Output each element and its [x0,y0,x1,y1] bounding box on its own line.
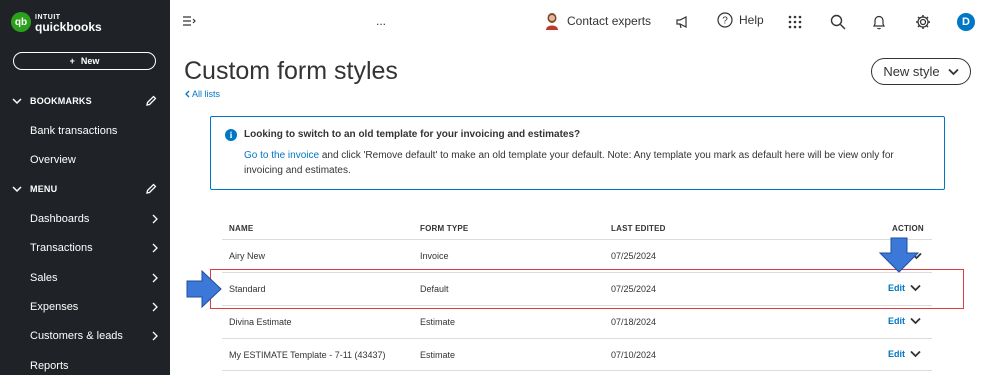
page-title: Custom form styles [184,57,398,85]
row-name: Airy New [229,251,266,261]
edit-action[interactable]: Edit [888,349,921,359]
megaphone-icon[interactable] [675,15,691,29]
sidebar-item-sales[interactable]: Sales [0,267,170,289]
chevron-left-icon [185,90,190,98]
row-form-type: Estimate [420,350,456,360]
help-label: Help [739,13,764,27]
sidebar-item-label: Reports [30,360,69,372]
new-style-button[interactable]: New style [871,58,971,85]
sidebar-item-overview[interactable]: Overview [0,149,170,171]
info-body: Go to the invoice and click 'Remove defa… [244,148,934,178]
expert-avatar-icon [546,13,558,30]
sidebar-item-label: Dashboards [30,213,90,225]
info-title: Looking to switch to an old template for… [244,129,581,140]
chevron-down-icon [12,186,22,193]
row-last-edited: 07/18/2024 [611,317,657,327]
sidebar-item-label: Transactions [30,242,93,254]
row-last-edited: 07/10/2024 [611,350,657,360]
user-avatar[interactable]: D [957,13,975,31]
chevron-down-icon [948,68,959,75]
chevron-right-icon [152,331,158,341]
bookmarks-label: BOOKMARKS [30,96,92,106]
highlight-box [210,269,964,309]
quickbooks-logo-icon: qb [11,12,31,32]
apps-grid-icon[interactable] [788,15,802,29]
logo-brand-bottom: quickbooks [35,19,102,34]
svg-text:?: ? [722,16,728,27]
collapse-menu-icon[interactable] [182,15,196,27]
help-icon: ? [717,12,733,28]
sidebar-item-customers-leads[interactable]: Customers & leads [0,325,170,347]
row-form-type: Estimate [420,317,456,327]
menu-section-header[interactable]: MENU [0,178,170,200]
edit-action[interactable]: Edit [888,316,921,326]
bookmarks-section-header[interactable]: BOOKMARKS [0,90,170,112]
chevron-down-icon[interactable] [910,317,921,325]
row-form-type: Invoice [420,251,449,261]
new-button[interactable]: + New [13,52,156,70]
sidebar-item-label: Overview [30,154,76,166]
column-header-name[interactable]: NAME [229,224,253,233]
all-lists-link[interactable]: All lists [184,89,220,99]
table-row: Airy New Invoice 07/25/2024 [222,239,932,272]
quickbooks-logo[interactable]: qb INTUIT quickbooks [11,12,102,34]
more-menu[interactable]: ... [376,14,386,28]
gear-icon[interactable] [915,14,931,30]
sidebar: qb INTUIT quickbooks + New BOOKMARKS Ban… [0,0,170,375]
sidebar-item-dashboards[interactable]: Dashboards [0,208,170,230]
new-style-label: New style [883,64,940,79]
chevron-right-icon [152,243,158,253]
arrow-down-annotation-icon [879,237,919,273]
sidebar-item-label: Customers & leads [30,330,123,342]
sidebar-item-bank-transactions[interactable]: Bank transactions [0,120,170,142]
plus-icon: + [69,56,75,66]
sidebar-item-transactions[interactable]: Transactions [0,237,170,259]
row-name: My ESTIMATE Template - 7-11 (43437) [229,350,386,360]
all-lists-label: All lists [192,89,221,99]
search-icon[interactable] [830,14,846,30]
info-body-text: and click 'Remove default' to make an ol… [244,150,894,176]
chevron-right-icon [152,214,158,224]
top-bar: ... Contact experts ? Help D [170,0,987,44]
chevron-right-icon [152,273,158,283]
sidebar-item-expenses[interactable]: Expenses [0,296,170,318]
new-button-label: New [80,56,100,66]
arrow-right-annotation-icon [186,270,222,308]
pencil-icon[interactable] [144,182,158,196]
edit-button[interactable]: Edit [888,316,905,326]
chevron-right-icon [152,302,158,312]
table-row: Divina Estimate Estimate 07/18/2024 Edit [222,305,932,338]
chevron-down-icon[interactable] [910,350,921,358]
bell-icon[interactable] [872,14,886,30]
row-last-edited: 07/25/2024 [611,251,657,261]
column-header-action: ACTION [892,224,924,233]
info-icon: i [225,129,237,141]
info-banner: i Looking to switch to an old template f… [210,116,945,190]
edit-button[interactable]: Edit [888,349,905,359]
help-button[interactable]: ? Help [717,12,764,28]
column-header-form-type[interactable]: FORM TYPE [420,224,468,233]
sidebar-item-label: Bank transactions [30,125,118,137]
menu-label: MENU [30,184,58,194]
go-to-invoice-link[interactable]: Go to the invoice [244,150,319,161]
pencil-icon[interactable] [144,94,158,108]
row-name: Divina Estimate [229,317,292,327]
sidebar-item-reports[interactable]: Reports [0,355,170,375]
contact-experts-button[interactable]: Contact experts [545,12,651,30]
chevron-down-icon [12,98,22,105]
sidebar-item-label: Expenses [30,301,79,313]
contact-experts-label: Contact experts [567,14,652,28]
column-header-last-edited[interactable]: LAST EDITED [611,224,666,233]
sidebar-item-label: Sales [30,272,58,284]
table-row: My ESTIMATE Template - 7-11 (43437) Esti… [222,338,932,371]
